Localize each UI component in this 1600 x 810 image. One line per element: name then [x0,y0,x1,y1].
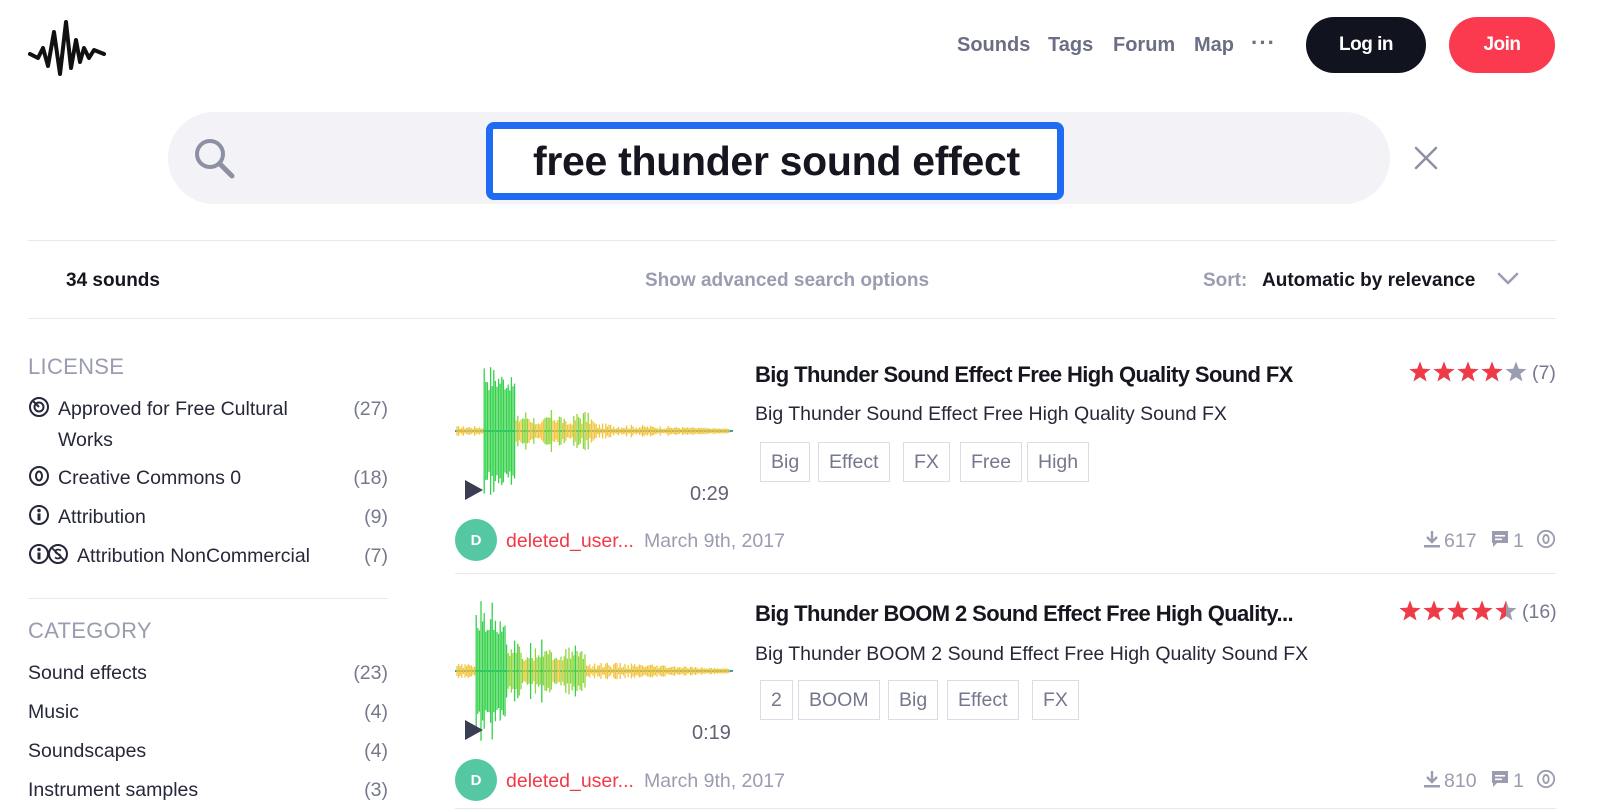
tag[interactable]: Free [960,442,1023,482]
facet-label: Approved for Free Cultural Works [58,398,288,451]
download-count: 617 [1444,530,1477,552]
facet-count: (9) [364,506,388,528]
facet-count: (23) [353,662,388,684]
facet-count: (18) [353,467,388,489]
facet-count: (4) [364,740,388,762]
download-icon [1424,771,1440,788]
facet-category-music[interactable]: Music (4) [28,697,388,728]
facet-count: (27) [353,398,388,420]
attribution-icon [29,505,49,525]
facet-label: Soundscapes [28,740,147,762]
rating-stars[interactable] [1408,360,1528,384]
tag[interactable]: Effect [947,680,1019,720]
facet-label: Attribution NonCommercial [77,545,311,567]
username-link[interactable]: deleted_user... [506,530,634,553]
advanced-search-toggle[interactable]: Show advanced search options [645,270,929,292]
facet-count: (3) [364,779,388,801]
facet-label: Attribution [58,506,146,528]
facet-category-soundscapes[interactable]: Soundscapes (4) [28,736,388,767]
rating-count: (7) [1532,362,1556,384]
username-link[interactable]: deleted_user... [506,770,634,793]
divider [455,808,1556,809]
tag[interactable]: High [1027,442,1090,482]
tag[interactable]: FX [1032,680,1079,720]
cc0-icon [1536,529,1556,549]
facet-label: Sound effects [28,662,147,684]
comment-count: 1 [1513,530,1524,552]
play-icon[interactable] [463,478,485,502]
facet-count: (7) [364,545,388,567]
results-count: 34 sounds [66,270,160,291]
sound-duration: 0:19 [692,722,731,744]
star-filled-icon [1471,600,1493,621]
facet-label: Music [28,701,79,723]
nav-sounds[interactable]: Sounds [957,34,1030,57]
download-icon [1424,531,1440,548]
sound-description: Big Thunder Sound Effect Free High Quali… [755,403,1227,425]
avatar[interactable]: D [455,759,497,801]
rating-stars[interactable] [1398,599,1518,623]
star-filled-icon [1409,361,1431,382]
star-filled-icon [1481,361,1503,382]
chevron-down-icon[interactable] [1497,272,1519,286]
nav-map[interactable]: Map [1194,34,1234,57]
comment-count: 1 [1513,770,1524,792]
sound-title[interactable]: Big Thunder BOOM 2 Sound Effect Free Hig… [755,601,1294,627]
nav-forum[interactable]: Forum [1113,34,1175,57]
divider [28,598,388,599]
more-menu-icon[interactable]: ··· [1251,30,1276,56]
tag[interactable]: 2 [760,680,793,720]
facet-count: (4) [364,701,388,723]
tag[interactable]: Effect [818,442,890,482]
search-input[interactable] [533,137,1057,185]
category-facet-title: CATEGORY [28,618,152,643]
rating-count: (16) [1522,601,1557,623]
star-filled-icon [1399,600,1421,621]
divider [28,240,1556,241]
avatar[interactable]: D [455,519,497,561]
facet-license-free-cultural[interactable]: Approved for Free Cultural Works (27) [28,394,388,456]
cc0-icon [1536,769,1556,789]
nav-tags[interactable]: Tags [1048,34,1093,57]
star-filled-icon [1423,600,1445,621]
comment-icon[interactable] [1490,529,1510,549]
star-filled-icon [1457,361,1479,382]
divider [455,573,1556,574]
upload-date: March 9th, 2017 [644,530,785,552]
divider [28,318,1556,319]
join-button[interactable]: Join [1449,17,1555,73]
star-filled-icon [1433,361,1455,382]
star-filled-icon [1447,600,1469,621]
sort-select[interactable]: Automatic by relevance [1262,270,1475,292]
play-icon[interactable] [463,718,485,742]
tag[interactable]: FX [903,442,950,482]
tag[interactable]: Big [888,680,939,720]
upload-date: March 9th, 2017 [644,770,785,792]
close-icon[interactable] [1412,144,1440,172]
freesound-logo-icon[interactable] [28,14,106,80]
search-icon[interactable] [192,136,238,182]
sound-description: Big Thunder BOOM 2 Sound Effect Free Hig… [755,643,1309,665]
facet-license-attribution[interactable]: Attribution (9) [28,502,388,533]
facet-label: Instrument samples [28,779,199,801]
tag[interactable]: BOOM [798,680,880,720]
login-button[interactable]: Log in [1306,17,1426,73]
facet-category-instrument-samples[interactable]: Instrument samples (3) [28,775,388,806]
sound-duration: 0:29 [690,483,729,505]
star-empty-icon [1505,361,1527,382]
tag[interactable]: Big [760,442,811,482]
facet-license-attribution-noncommercial[interactable]: Attribution NonCommercial (7) [28,541,388,572]
sound-title[interactable]: Big Thunder Sound Effect Free High Quali… [755,362,1293,388]
facet-category-sound-effects[interactable]: Sound effects (23) [28,658,388,689]
attribution-noncommercial-icon [29,544,68,564]
facet-label: Creative Commons 0 [58,467,242,489]
license-facet-title: LICENSE [28,354,125,379]
free-cultural-works-icon [29,397,49,417]
search-input-focus-box [486,122,1064,200]
download-count: 810 [1444,770,1477,792]
facet-license-cc0[interactable]: Creative Commons 0 (18) [28,463,388,494]
sort-label: Sort: [1203,270,1248,291]
comment-icon[interactable] [1490,769,1510,789]
cc0-icon [29,466,49,486]
